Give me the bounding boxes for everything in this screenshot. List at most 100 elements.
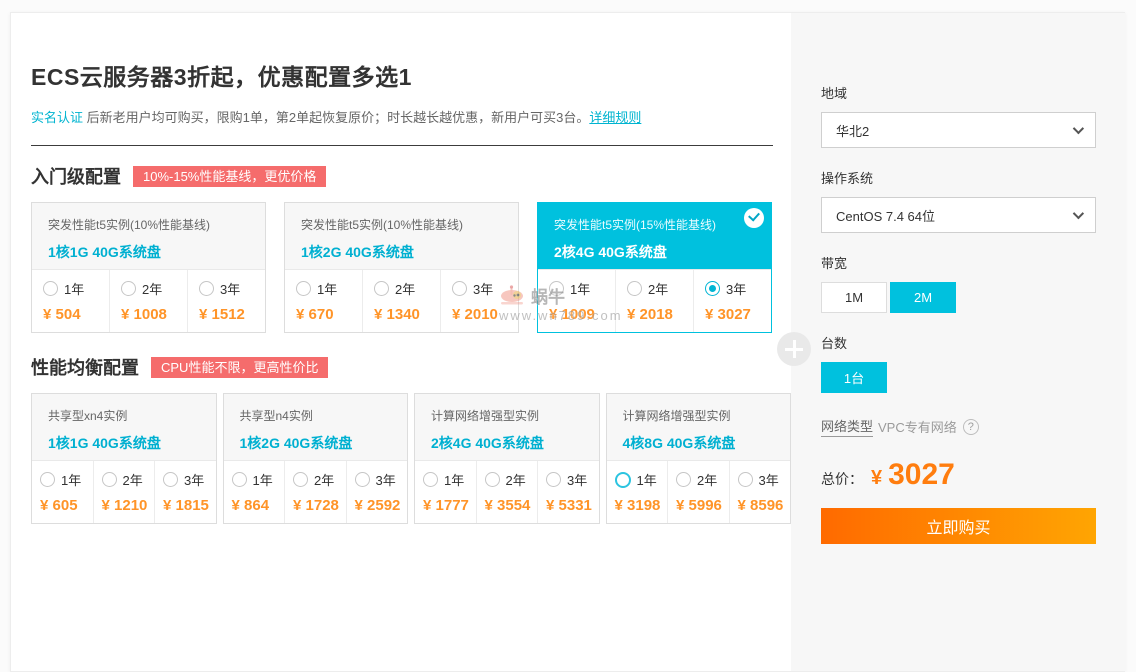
price: ¥ 3198	[615, 497, 664, 514]
promo-panel: ECS云服务器3折起，优惠配置多选1 实名认证 后新老用户均可购买，限购1单，第…	[10, 12, 1125, 672]
network-type-row: 网络类型 VPC专有网络	[821, 416, 1096, 437]
price: ¥ 3554	[485, 497, 534, 514]
term-label: 3年	[376, 470, 396, 489]
plan-card-n4[interactable]: 共享型n4实例 1核2G 40G系统盘 1年 ¥ 864 2年 ¥ 1728 3…	[223, 393, 409, 524]
region-select[interactable]: 华北2	[821, 112, 1096, 148]
plan-card-sn1ne-4c8g[interactable]: 计算网络增强型实例 4核8G 40G系统盘 1年 ¥ 3198 2年 ¥ 599…	[606, 393, 792, 524]
radio-button[interactable]	[423, 472, 438, 487]
term-option-3y[interactable]: 3年 ¥ 2592	[347, 461, 408, 523]
radio-button[interactable]	[163, 472, 178, 487]
plan-card-header: 共享型n4实例 1核2G 40G系统盘	[224, 394, 408, 460]
term-label: 3年	[220, 279, 240, 298]
plan-card-header: 计算网络增强型实例 2核4G 40G系统盘	[415, 394, 599, 460]
radio-button[interactable]	[232, 472, 247, 487]
term-label: 3年	[567, 470, 587, 489]
price: ¥ 1777	[423, 497, 472, 514]
radio-button[interactable]	[485, 472, 500, 487]
term-option-3y[interactable]: 3年 ¥ 8596	[730, 461, 791, 523]
price: ¥ 2010	[452, 306, 514, 323]
plan-card-t5-2c4g-selected[interactable]: 突发性能t5实例(15%性能基线) 2核4G 40G系统盘 1年 ¥ 1009 …	[537, 202, 772, 333]
radio-button[interactable]	[293, 472, 308, 487]
detail-rules-link[interactable]: 详细规则	[589, 110, 641, 125]
term-options: 1年 ¥ 1009 2年 ¥ 2018 3年 ¥ 3027	[538, 269, 771, 332]
radio-button[interactable]	[452, 281, 467, 296]
config-sidebar: 地域 华北2 操作系统 CentOS 7.4 64位 带宽 1M 2M 台数 1…	[791, 13, 1126, 671]
radio-button[interactable]	[121, 281, 136, 296]
term-option-2y[interactable]: 2年 ¥ 1210	[94, 461, 156, 523]
plan-card-sn1ne-2c4g[interactable]: 计算网络增强型实例 2核4G 40G系统盘 1年 ¥ 1777 2年 ¥ 355…	[414, 393, 600, 524]
entry-level-cards: 突发性能t5实例(10%性能基线) 1核1G 40G系统盘 1年 ¥ 504 2…	[31, 202, 791, 333]
chevron-down-icon	[1073, 208, 1084, 219]
term-option-2y[interactable]: 2年 ¥ 1340	[363, 270, 441, 332]
price: ¥ 2592	[355, 497, 404, 514]
os-select[interactable]: CentOS 7.4 64位	[821, 197, 1096, 233]
plan-card-t5-1c1g[interactable]: 突发性能t5实例(10%性能基线) 1核1G 40G系统盘 1年 ¥ 504 2…	[31, 202, 266, 333]
radio-button-hover[interactable]	[615, 472, 631, 488]
radio-button[interactable]	[676, 472, 691, 487]
term-option-2y[interactable]: 2年 ¥ 3554	[477, 461, 539, 523]
bandwidth-option-1m[interactable]: 1M	[821, 282, 887, 313]
plan-type: 共享型n4实例	[240, 407, 392, 424]
term-label: 1年	[64, 279, 84, 298]
radio-button[interactable]	[627, 281, 642, 296]
term-option-1y[interactable]: 1年 ¥ 670	[285, 270, 363, 332]
radio-button[interactable]	[546, 472, 561, 487]
price: ¥ 864	[232, 497, 281, 514]
total-amount: 3027	[888, 458, 955, 492]
os-label: 操作系统	[821, 168, 1096, 187]
help-question-icon[interactable]	[963, 419, 979, 435]
quantity-group: 台数 1台	[821, 333, 1096, 393]
plan-card-xn4[interactable]: 共享型xn4实例 1核1G 40G系统盘 1年 ¥ 605 2年 ¥ 1210 …	[31, 393, 217, 524]
radio-button[interactable]	[199, 281, 214, 296]
selected-check-icon	[744, 208, 764, 228]
term-label: 2年	[395, 279, 415, 298]
plan-card-header: 计算网络增强型实例 4核8G 40G系统盘	[607, 394, 791, 460]
term-label: 1年	[317, 279, 337, 298]
radio-button[interactable]	[549, 281, 564, 296]
term-option-3y[interactable]: 3年 ¥ 1512	[188, 270, 265, 332]
term-option-1y[interactable]: 1年 ¥ 1009	[538, 270, 616, 332]
term-option-3y[interactable]: 3年 ¥ 2010	[441, 270, 518, 332]
plan-card-t5-1c2g[interactable]: 突发性能t5实例(10%性能基线) 1核2G 40G系统盘 1年 ¥ 670 2…	[284, 202, 519, 333]
term-option-1y[interactable]: 1年 ¥ 864	[224, 461, 286, 523]
price: ¥ 5996	[676, 497, 725, 514]
radio-button-checked[interactable]	[705, 281, 720, 296]
term-option-2y[interactable]: 2年 ¥ 2018	[616, 270, 694, 332]
plus-button[interactable]	[777, 332, 811, 366]
quantity-option-1-selected[interactable]: 1台	[821, 362, 887, 393]
term-label: 2年	[697, 470, 717, 489]
term-option-2y[interactable]: 2年 ¥ 5996	[668, 461, 730, 523]
plan-type: 突发性能t5实例(10%性能基线)	[48, 216, 249, 233]
term-option-1y[interactable]: 1年 ¥ 504	[32, 270, 110, 332]
price: ¥ 670	[296, 306, 358, 323]
term-option-1y[interactable]: 1年 ¥ 1777	[415, 461, 477, 523]
price: ¥ 1008	[121, 306, 183, 323]
term-option-1y[interactable]: 1年 ¥ 605	[32, 461, 94, 523]
radio-button[interactable]	[296, 281, 311, 296]
network-type-value: VPC专有网络	[878, 417, 957, 436]
radio-button[interactable]	[40, 472, 55, 487]
term-options: 1年 ¥ 605 2年 ¥ 1210 3年 ¥ 1815	[32, 460, 216, 523]
term-option-3y[interactable]: 3年 ¥ 1815	[155, 461, 216, 523]
realname-auth-link[interactable]: 实名认证	[31, 110, 83, 125]
term-option-3y[interactable]: 3年 ¥ 3027	[694, 270, 771, 332]
term-label: 1年	[444, 470, 464, 489]
os-group: 操作系统 CentOS 7.4 64位	[821, 168, 1096, 233]
buy-now-button[interactable]: 立即购买	[821, 508, 1096, 544]
term-label: 1年	[253, 470, 273, 489]
term-option-3y[interactable]: 3年 ¥ 5331	[538, 461, 599, 523]
total-price-row: 总价： ¥ 3027	[821, 458, 1096, 492]
radio-button[interactable]	[738, 472, 753, 487]
os-value: CentOS 7.4 64位	[836, 206, 935, 225]
radio-button[interactable]	[355, 472, 370, 487]
term-label: 2年	[506, 470, 526, 489]
price: ¥ 1009	[549, 306, 611, 323]
radio-button[interactable]	[374, 281, 389, 296]
radio-button[interactable]	[43, 281, 58, 296]
term-option-2y[interactable]: 2年 ¥ 1728	[285, 461, 347, 523]
radio-button[interactable]	[102, 472, 117, 487]
term-option-1y[interactable]: 1年 ¥ 3198	[607, 461, 669, 523]
bandwidth-option-2m-selected[interactable]: 2M	[890, 282, 956, 313]
price: ¥ 1815	[163, 497, 212, 514]
term-option-2y[interactable]: 2年 ¥ 1008	[110, 270, 188, 332]
